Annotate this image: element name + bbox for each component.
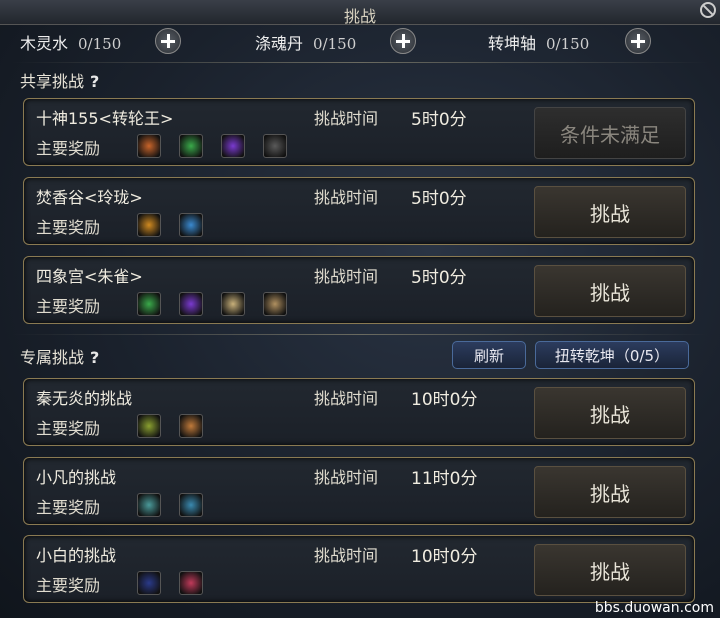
food-plate-icon[interactable] [179,414,203,438]
challenge-time-label: 挑战时间 [314,389,379,408]
challenge-time-value: 5时0分 [411,189,467,209]
challenge-name: 小白的挑战 [36,546,117,565]
challenge-time-value: 10时0分 [411,390,478,410]
watermark: bbs.duowan.com [594,600,714,616]
orange-orb-icon[interactable] [137,134,161,158]
add-dihundan-button[interactable] [390,28,416,54]
divider [12,334,708,335]
challenge-name: 十神155<转轮王> [36,109,174,128]
add-mulingshui-button[interactable] [155,28,181,54]
challenge-card: 秦无炎的挑战 挑战时间 10时0分主要奖励 挑战 [23,378,695,446]
challenge-time-label: 挑战时间 [314,468,379,487]
fan-icon[interactable] [137,213,161,237]
reward-label: 主要奖励 [36,576,101,595]
firework-icon[interactable] [179,571,203,595]
challenge-name: 秦无炎的挑战 [36,389,133,408]
tan-scroll-icon[interactable] [263,292,287,316]
help-icon[interactable]: ? [90,72,99,91]
reward-label: 主要奖励 [36,297,101,316]
challenge-button[interactable]: 挑战 [534,387,686,439]
challenge-time-value: 5时0分 [411,110,467,130]
book-icon[interactable] [137,493,161,517]
challenge-button[interactable]: 挑战 [534,265,686,317]
challenge-card: 小凡的挑战 挑战时间 11时0分主要奖励 挑战 [23,457,695,525]
paper-scroll-icon[interactable] [221,292,245,316]
green-orb-icon[interactable] [179,134,203,158]
reward-label: 主要奖励 [36,139,101,158]
challenge-card: 十神155<转轮王> 挑战时间 5时0分主要奖励 条件未满足 [23,98,695,166]
close-icon[interactable] [700,2,716,18]
green-orb-icon[interactable] [137,292,161,316]
challenge-button: 条件未满足 [534,107,686,159]
challenge-name: 四象宫<朱雀> [36,267,143,286]
challenge-button[interactable]: 挑战 [534,544,686,596]
resource-mulingshui: 木灵水 0/150 [20,34,122,53]
purple-orb-icon[interactable] [179,292,203,316]
challenge-time-value: 11时0分 [411,469,478,489]
exclusive-section-title: 专属挑战? [20,348,100,367]
window-title: 挑战 [343,7,376,26]
reward-label: 主要奖励 [36,498,101,517]
grey-scroll-icon[interactable] [263,134,287,158]
help-icon[interactable]: ? [90,348,99,367]
challenge-card: 焚香谷<玲珑> 挑战时间 5时0分主要奖励 挑战 [23,177,695,245]
resource-zhuankunzhou: 转坤轴 0/150 [488,34,590,53]
cloud-icon[interactable] [179,493,203,517]
challenge-name: 焚香谷<玲珑> [36,188,143,207]
blue-card-icon[interactable] [137,571,161,595]
reward-label: 主要奖励 [36,218,101,237]
challenge-time-label: 挑战时间 [314,109,379,128]
shared-section-title: 共享挑战? [20,72,100,91]
refresh-button[interactable]: 刷新 [452,341,526,369]
challenge-time-label: 挑战时间 [314,267,379,286]
gift-box-icon[interactable] [179,213,203,237]
purple-orb-icon[interactable] [221,134,245,158]
green-scroll-icon[interactable] [137,414,161,438]
add-zhuankunzhou-button[interactable] [625,28,651,54]
challenge-time-label: 挑战时间 [314,546,379,565]
challenge-time-value: 5时0分 [411,268,467,288]
reward-label: 主要奖励 [36,419,101,438]
challenge-time-value: 10时0分 [411,547,478,567]
title-bar: 挑战 [0,0,720,26]
challenge-time-label: 挑战时间 [314,188,379,207]
resource-dihundan: 涤魂丹 0/150 [255,34,357,53]
challenge-card: 四象宫<朱雀> 挑战时间 5时0分主要奖励 挑战 [23,256,695,324]
challenge-card: 小白的挑战 挑战时间 10时0分主要奖励 挑战 [23,535,695,603]
challenge-name: 小凡的挑战 [36,468,117,487]
challenge-button[interactable]: 挑战 [534,186,686,238]
twist-fate-button[interactable]: 扭转乾坤（0/5） [535,341,689,369]
challenge-button[interactable]: 挑战 [534,466,686,518]
divider [12,62,708,63]
